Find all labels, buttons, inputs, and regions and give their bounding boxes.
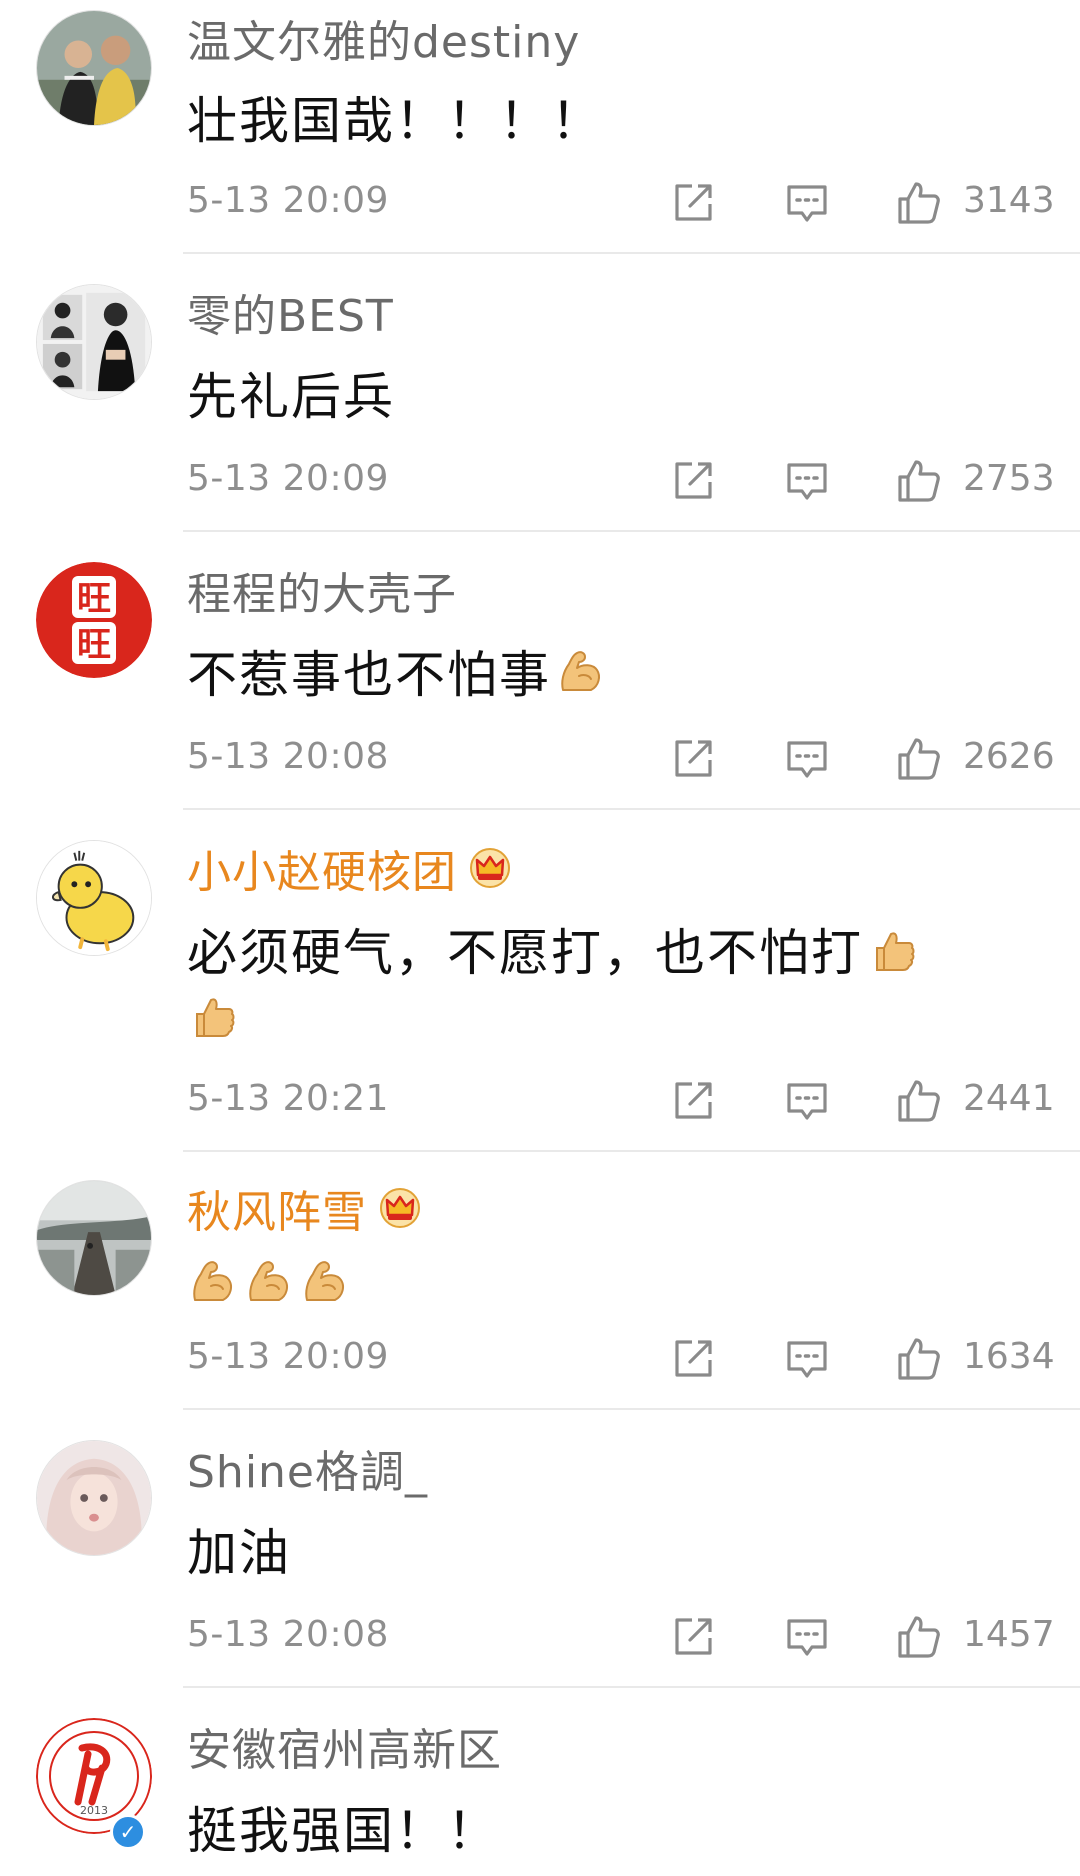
username[interactable]: 温文尔雅的destiny [187,6,580,70]
avatar[interactable] [36,10,152,126]
username-row: 小小赵硬核团 [187,840,511,898]
flexed-biceps-emoji [243,1256,295,1308]
comment-footer: 5-13 20:09 1634 [0,1330,1080,1390]
comment-footer: 5-13 20:09 3143 [0,174,1080,234]
username[interactable]: 零的BEST [187,280,394,344]
like-count[interactable]: 3143 [963,180,1055,221]
username-row: 安徽宿州高新区 [187,1718,502,1776]
timestamp: 5-13 20:09 [187,180,389,221]
comment-item: 旺 旺 程程的大壳子 不惹事也不怕事 5-13 20:08 2626 [0,532,1080,810]
timestamp: 5-13 20:21 [187,1078,389,1119]
reply-icon[interactable] [784,736,830,782]
comment-item: 温文尔雅的destiny 壮我国哉！！！！ 5-13 20:09 3143 [0,0,1080,254]
like-icon[interactable] [896,458,942,504]
username-row: 程程的大壳子 [187,562,457,620]
comment-item: Shine格調_ 加油 5-13 20:08 1457 [0,1410,1080,1688]
username[interactable]: 程程的大壳子 [187,558,457,622]
share-icon[interactable] [670,1336,716,1382]
reply-icon[interactable] [784,458,830,504]
timestamp: 5-13 20:09 [187,458,389,499]
username[interactable]: Shine格調_ [187,1436,428,1500]
avatar[interactable] [36,840,152,956]
reply-icon[interactable] [784,1078,830,1124]
comment-item: 秋风阵雪 5-13 20:09 1634 [0,1152,1080,1410]
avatar[interactable]: 旺 旺 [36,562,152,678]
username-row: 温文尔雅的destiny [187,10,580,68]
comment-text: 壮我国哉！！！！ [187,88,1047,154]
comment-item: 2013 ✓ 安徽宿州高新区 挺我强国！！ [0,1688,1080,1876]
comment-feed: 温文尔雅的destiny 壮我国哉！！！！ 5-13 20:09 3143 零的… [0,0,1080,1876]
username[interactable]: 安徽宿州高新区 [187,1714,502,1778]
comment-text-content: 加油 [187,1524,291,1582]
share-icon[interactable] [670,1614,716,1660]
verified-icon: ✓ [110,1814,146,1850]
comment-item: 小小赵硬核团 必须硬气，不愿打，也不怕打 5-13 20:21 2441 [0,810,1080,1152]
comment-item: 零的BEST 先礼后兵 5-13 20:09 2753 [0,254,1080,532]
like-count[interactable]: 2441 [963,1078,1055,1119]
like-count[interactable]: 2626 [963,736,1055,777]
timestamp: 5-13 20:08 [187,736,389,777]
like-count[interactable]: 1457 [963,1614,1055,1655]
comment-footer: 5-13 20:08 1457 [0,1608,1080,1668]
like-icon[interactable] [896,1614,942,1660]
share-icon[interactable] [670,736,716,782]
reply-icon[interactable] [784,1336,830,1382]
avatar[interactable] [36,284,152,400]
comment-text-content: 壮我国哉！！！！ [187,92,603,150]
reply-icon[interactable] [784,180,830,226]
comment-text: 先礼后兵 [187,364,1047,430]
like-icon[interactable] [896,736,942,782]
username[interactable]: 小小赵硬核团 [187,836,457,900]
comment-footer: 5-13 20:09 2753 [0,452,1080,512]
crown-icon [379,1187,421,1229]
comment-footer: 5-13 20:08 2626 [0,730,1080,790]
seal-year: 2013 [80,1804,108,1817]
comment-footer: 5-13 20:21 2441 [0,1072,1080,1132]
comment-text-content: 必须硬气，不愿打，也不怕打 [187,924,863,982]
username-row: Shine格調_ [187,1440,428,1498]
like-icon[interactable] [896,1336,942,1382]
flexed-biceps-emoji [555,646,607,698]
timestamp: 5-13 20:08 [187,1614,389,1655]
like-count[interactable]: 1634 [963,1336,1055,1377]
like-icon[interactable] [896,180,942,226]
comment-text: 加油 [187,1520,1047,1586]
thumbs-up-emoji [867,924,919,976]
comment-text-content: 先礼后兵 [187,368,395,426]
comment-text: 必须硬气，不愿打，也不怕打 [187,920,1007,1052]
flexed-biceps-emoji [299,1256,351,1308]
avatar[interactable] [36,1440,152,1556]
avatar-text: 旺 [77,579,111,619]
comment-text: 挺我强国！！ [187,1798,1047,1864]
username-row: 秋风阵雪 [187,1180,421,1238]
crown-icon [469,847,511,889]
share-icon[interactable] [670,180,716,226]
like-count[interactable]: 2753 [963,458,1055,499]
username[interactable]: 秋风阵雪 [187,1176,367,1240]
avatar[interactable] [36,1180,152,1296]
comment-text-content: 不惹事也不怕事 [187,646,551,704]
share-icon[interactable] [670,458,716,504]
comment-text-content: 挺我强国！！ [187,1802,499,1860]
share-icon[interactable] [670,1078,716,1124]
thumbs-up-emoji [187,990,239,1042]
username-row: 零的BEST [187,284,394,342]
reply-icon[interactable] [784,1614,830,1660]
comment-text: 不惹事也不怕事 [187,642,1047,708]
comment-text [187,1252,1047,1318]
like-icon[interactable] [896,1078,942,1124]
flexed-biceps-emoji [187,1256,239,1308]
timestamp: 5-13 20:09 [187,1336,389,1377]
avatar-text: 旺 [77,625,111,665]
